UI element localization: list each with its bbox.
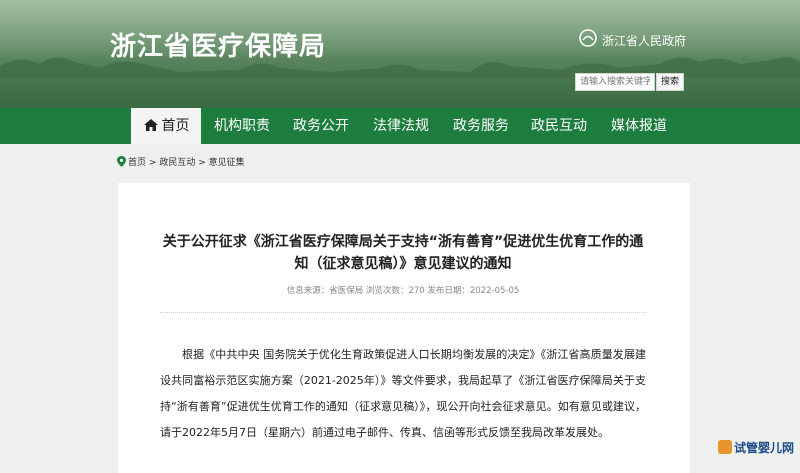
site-watermark-logo: 试管婴儿网 (717, 439, 794, 457)
breadcrumb-separator: > (148, 158, 157, 168)
watermark-icon (717, 440, 732, 454)
search-input[interactable] (575, 73, 655, 91)
nav-item-organization[interactable]: 机构职责 (205, 108, 279, 144)
article-meta: 信息来源：省医保局 浏览次数：270 发布日期：2022-05-05 (286, 286, 520, 296)
nav-item-laws[interactable]: 法律法规 (364, 108, 438, 144)
nav-item-services[interactable]: 政务服务 (444, 108, 518, 144)
nav-item-home[interactable]: 首页 (131, 108, 201, 144)
nav-item-media[interactable]: 媒体报道 (602, 108, 676, 144)
gov-portal-link[interactable]: 浙江省人民政府 (602, 32, 686, 49)
nav-item-interaction[interactable]: 政民互动 (522, 108, 596, 144)
gov-emblem-icon[interactable] (578, 28, 598, 48)
watermark-text: 试管婴儿网 (733, 441, 794, 455)
location-pin-icon (117, 156, 126, 167)
article-divider (160, 312, 646, 313)
search-button[interactable]: 搜索 (656, 73, 684, 91)
article-title: 关于公开征求《浙江省医疗保障局关于支持“浙有善育”促进优生优育工作的通知（征求意… (162, 234, 644, 272)
breadcrumb-separator: > (198, 158, 206, 168)
breadcrumb-home[interactable]: 首页 (128, 158, 146, 168)
nav-item-public-affairs[interactable]: 政务公开 (284, 108, 358, 144)
site-header: 浙江省医疗保障局 浙江省人民政府 搜索 (0, 0, 800, 108)
site-title: 浙江省医疗保障局 (110, 32, 327, 62)
nav-item-label: 首页 (161, 118, 190, 134)
breadcrumb: 首页 > 政民互动 > 意见征集 (117, 155, 245, 168)
home-icon (143, 119, 158, 131)
breadcrumb-current: 意见征集 (208, 158, 245, 168)
main-nav: 首页 机构职责 政务公开 法律法规 政务服务 政民互动 媒体报道 (0, 108, 800, 144)
breadcrumb-interaction[interactable]: 政民互动 (159, 158, 195, 168)
article-body: 根据《中共中央 国务院关于优化生育政策促进人口长期均衡发展的决定》《浙江省高质量… (160, 348, 646, 439)
